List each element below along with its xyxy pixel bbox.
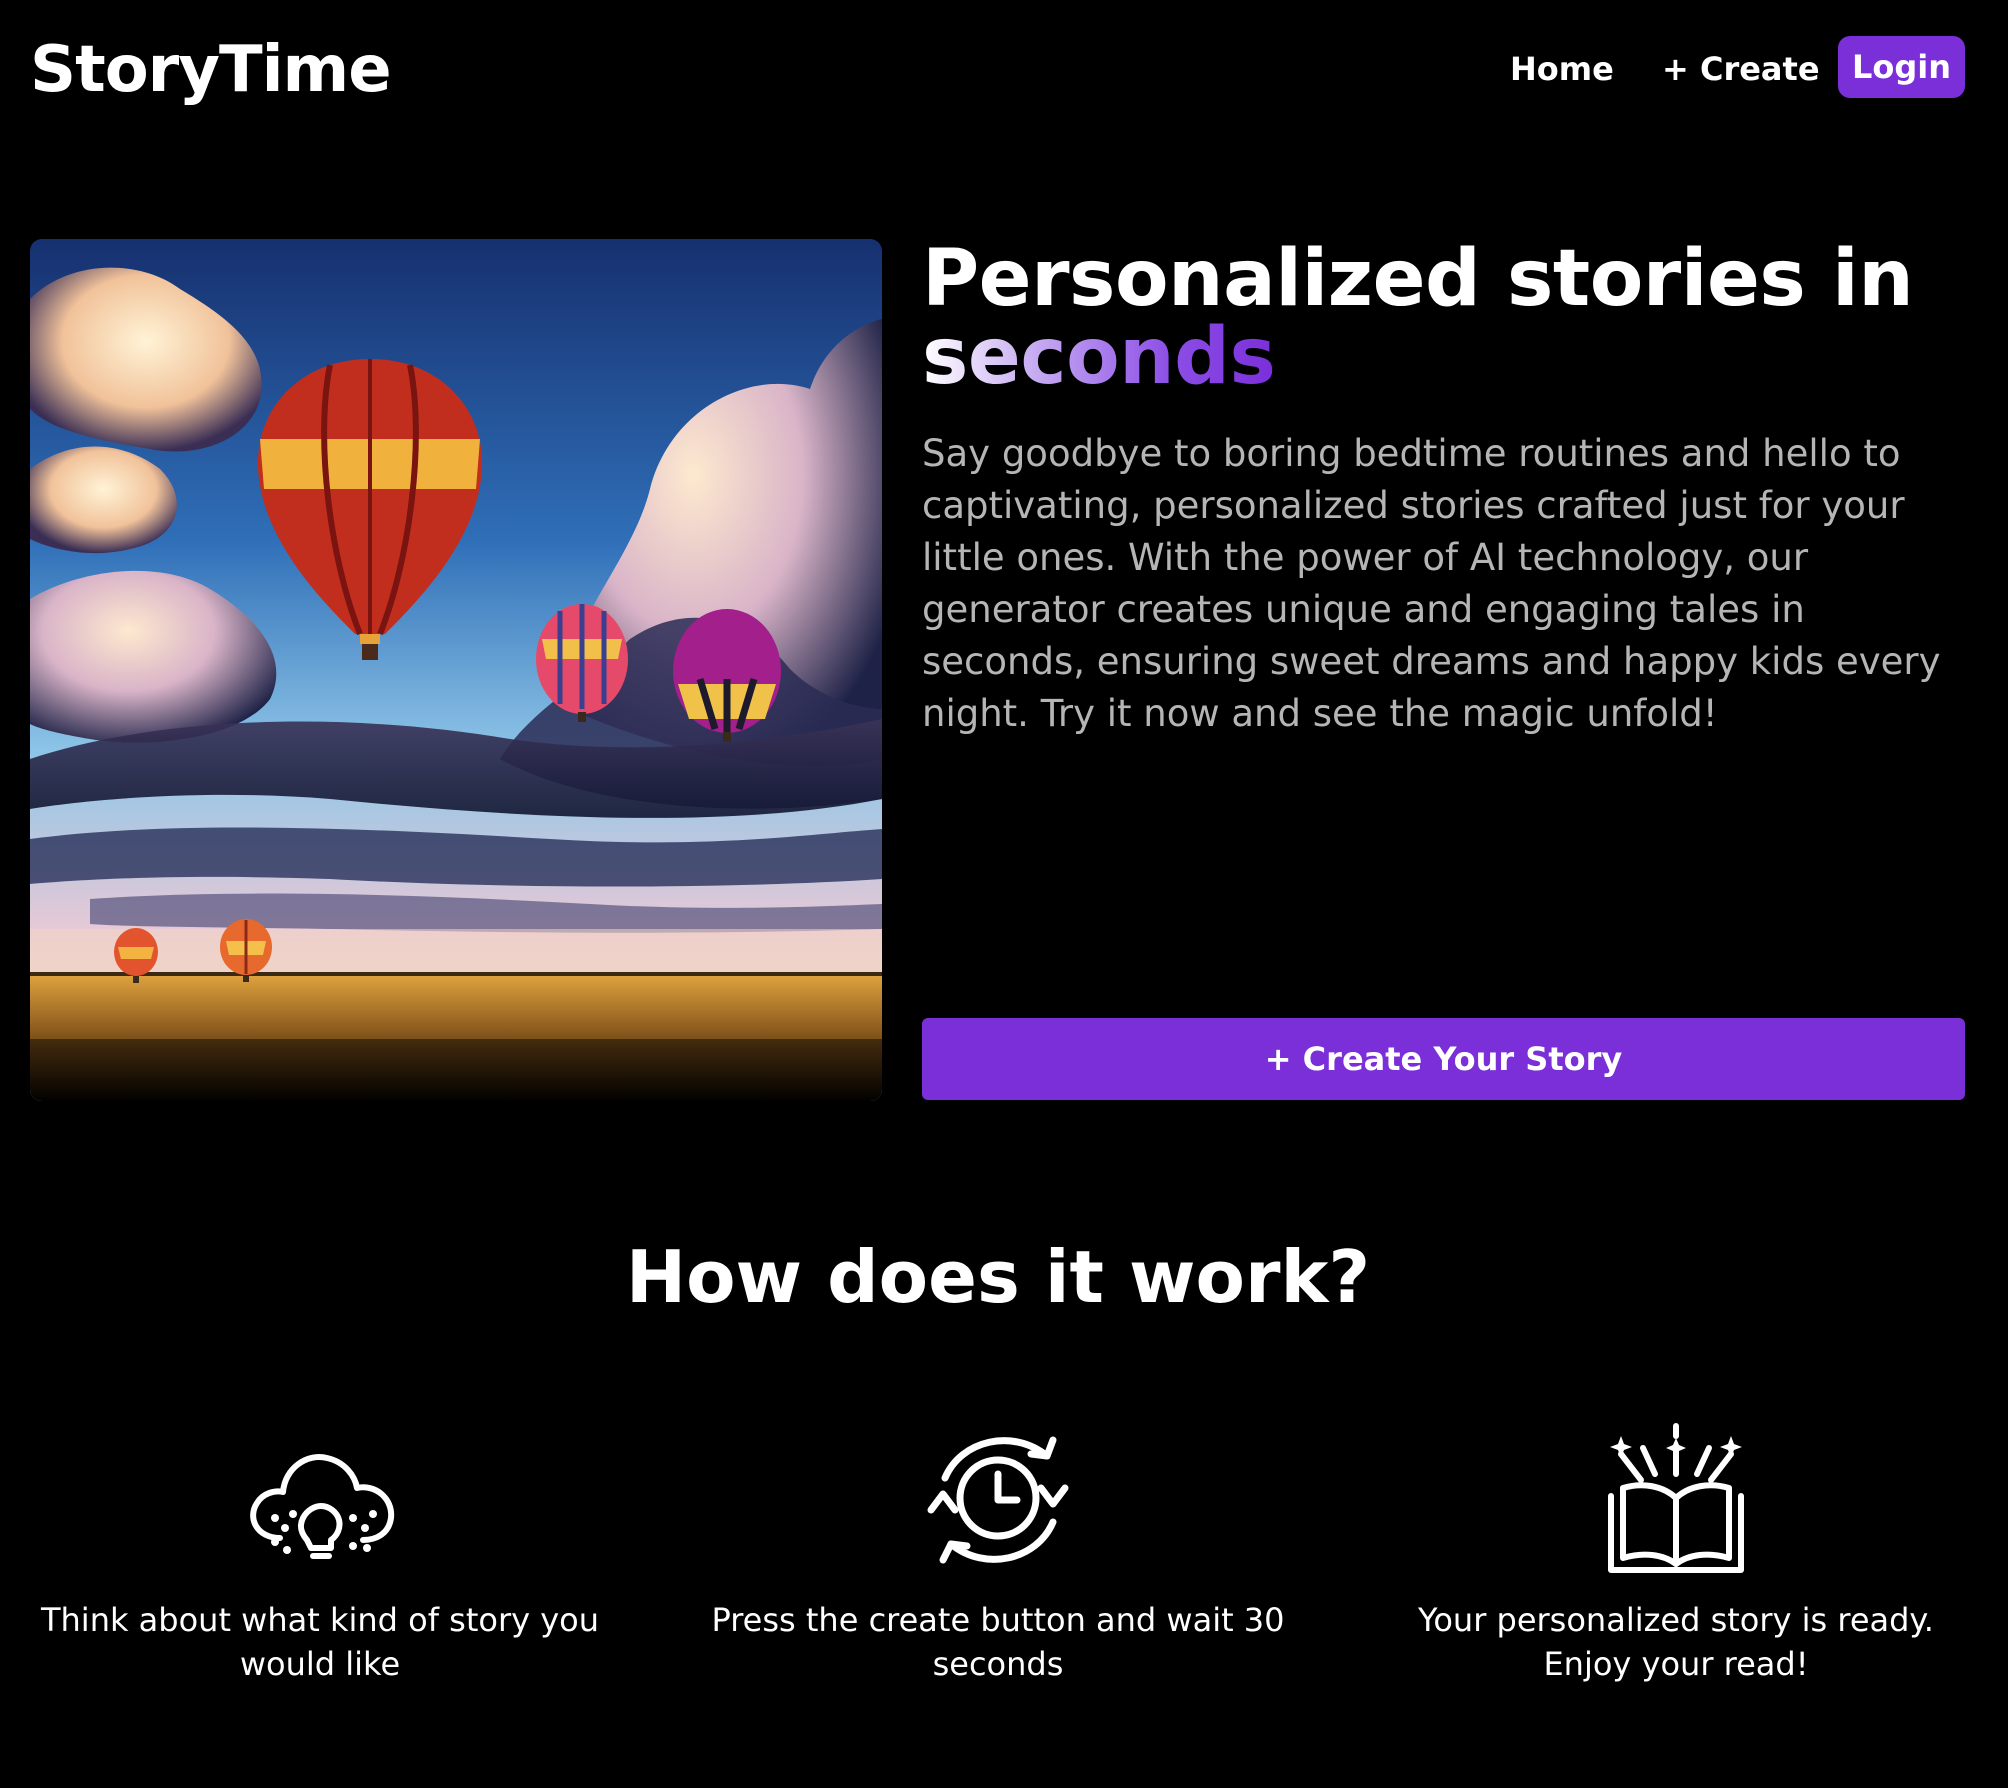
hero-description: Say goodbye to boring bedtime routines a… [922, 432, 1941, 735]
step-read: Your personalized story is ready. Enjoy … [1356, 1418, 1996, 1683]
hero-image [30, 239, 882, 1101]
step-create-text: Press the create button and wait 30 seco… [711, 1601, 1285, 1683]
step-read-text: Your personalized story is ready. Enjoy … [1418, 1601, 1934, 1683]
open-book-sparkle-icon [1608, 1423, 1744, 1573]
step-think-text: Think about what kind of story you would… [40, 1601, 600, 1683]
hero-headline-line1: Personalized stories in [922, 234, 1914, 324]
how-it-works-title: How does it work? [625, 1235, 1371, 1319]
hero-headline-highlight: seconds [922, 312, 1276, 402]
create-your-story-button[interactable]: + Create Your Story [922, 1018, 1965, 1100]
nav-home-link[interactable]: Home [1510, 46, 1614, 92]
brand-logo[interactable]: StoryTime [30, 30, 392, 110]
cloud-lightbulb-icon [250, 1454, 395, 1559]
login-button[interactable]: Login [1838, 36, 1965, 98]
clock-refresh-icon [927, 1436, 1069, 1564]
step-create: Press the create button and wait 30 seco… [678, 1418, 1318, 1683]
step-think: Think about what kind of story you would… [0, 1418, 640, 1683]
hero-headline: Personalized stories in seconds [922, 240, 1972, 396]
nav-create-link[interactable]: + Create [1662, 46, 1820, 92]
